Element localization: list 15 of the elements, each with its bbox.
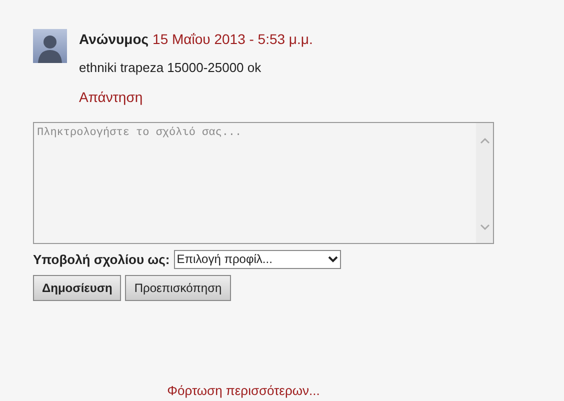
scrollbar[interactable] — [476, 122, 493, 242]
load-more-link[interactable]: Φόρτωση περισσότερων... — [167, 383, 320, 398]
comment-text: ethniki trapeza 15000-25000 ok — [79, 59, 262, 77]
reply-link[interactable]: Απάντηση — [79, 86, 143, 108]
caret-icon — [328, 256, 338, 263]
comment-date-link[interactable]: 15 Μαΐου 2013 - 5:53 μ.μ. — [152, 29, 313, 50]
scroll-up-icon[interactable] — [480, 136, 490, 144]
author-name: Ανώνυμος — [79, 30, 149, 49]
profile-label: Υποβολή σχολίου ως: — [33, 250, 170, 269]
preview-button[interactable]: Προεπισκόπηση — [125, 275, 231, 301]
scroll-down-icon[interactable] — [480, 224, 490, 230]
publish-button[interactable]: Δημοσίευση — [33, 275, 122, 301]
avatar — [33, 29, 67, 63]
comment-field[interactable]: Πληκτρολογήστε το σχόλιό σας... — [33, 122, 494, 244]
profile-dropdown[interactable]: Επιλογή προφίλ... — [174, 250, 341, 269]
